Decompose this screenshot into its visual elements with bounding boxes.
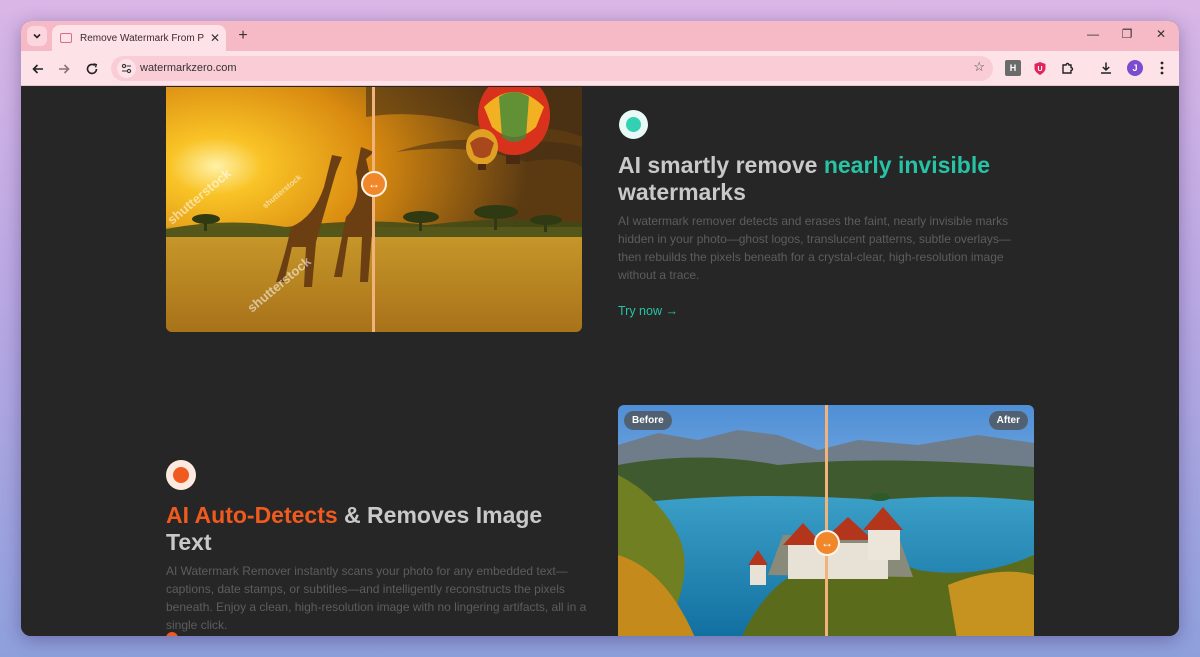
chevron-down-icon bbox=[33, 33, 41, 39]
h-extension-icon[interactable]: H bbox=[1005, 60, 1021, 76]
close-window-button[interactable]: ✕ bbox=[1152, 27, 1170, 41]
browser-window: Remove Watermark From Photo ✕ + — ❐ ✕ wa… bbox=[21, 21, 1179, 636]
web-page: shutterstock shutterstock shutterstock ↔… bbox=[21, 87, 1179, 636]
menu-icon bbox=[1160, 61, 1164, 75]
browser-toolbar: watermarkzero.com ☆ H U J bbox=[21, 51, 1179, 86]
heading-text: AI smartly remove bbox=[618, 152, 824, 178]
minimize-button[interactable]: — bbox=[1084, 27, 1102, 41]
address-bar[interactable]: watermarkzero.com ☆ bbox=[111, 56, 993, 81]
close-tab-icon[interactable]: ✕ bbox=[210, 31, 220, 45]
castle-lake-comparison-image[interactable]: Before After ↔ bbox=[618, 405, 1034, 636]
section1-heading: AI smartly remove nearly invisible water… bbox=[618, 152, 1038, 206]
section-marker-teal bbox=[619, 110, 648, 139]
site-favicon-icon bbox=[60, 33, 72, 43]
try-now-link[interactable]: Try now → bbox=[618, 304, 678, 318]
section2-heading: AI Auto-Detects & Removes Image Text bbox=[166, 502, 586, 556]
restore-button[interactable]: ❐ bbox=[1118, 27, 1136, 41]
tab-title: Remove Watermark From Photo bbox=[80, 32, 204, 44]
heading-text: & Removes Image bbox=[337, 502, 543, 528]
giraffe-comparison-image[interactable]: shutterstock shutterstock shutterstock ↔ bbox=[166, 87, 582, 332]
back-button[interactable] bbox=[28, 59, 48, 79]
shield-extension-icon[interactable]: U bbox=[1032, 60, 1048, 76]
comparison-divider[interactable] bbox=[372, 87, 375, 332]
comparison-divider[interactable] bbox=[825, 405, 828, 636]
forward-button[interactable] bbox=[54, 59, 74, 79]
svg-text:U: U bbox=[1037, 66, 1042, 73]
extensions-icon bbox=[1062, 62, 1074, 74]
heading-text: watermarks bbox=[618, 179, 746, 205]
drag-handle-icon[interactable]: ↔ bbox=[361, 171, 387, 197]
bookmark-star-icon[interactable]: ☆ bbox=[973, 59, 985, 75]
tab-search-button[interactable] bbox=[27, 26, 47, 46]
reload-button[interactable] bbox=[82, 59, 102, 79]
new-tab-button[interactable]: + bbox=[233, 26, 253, 46]
url-text: watermarkzero.com bbox=[140, 62, 237, 74]
section2-description: AI Watermark Remover instantly scans you… bbox=[166, 564, 587, 632]
forward-arrow-icon bbox=[59, 64, 70, 74]
tab-strip: Remove Watermark From Photo ✕ + — ❐ ✕ bbox=[21, 21, 1179, 51]
teal-dot-icon bbox=[626, 117, 641, 132]
menu-button[interactable] bbox=[1154, 60, 1170, 76]
back-arrow-icon bbox=[32, 64, 43, 74]
profile-avatar[interactable]: J bbox=[1127, 60, 1143, 76]
reload-icon bbox=[86, 63, 98, 75]
heading-text: Text bbox=[166, 529, 212, 555]
after-badge: After bbox=[988, 411, 1028, 430]
downloads-button[interactable] bbox=[1098, 60, 1114, 76]
drag-handle-icon[interactable]: ↔ bbox=[814, 530, 840, 556]
before-badge: Before bbox=[624, 411, 672, 430]
site-settings-icon bbox=[121, 63, 132, 74]
orange-dot-icon bbox=[173, 467, 189, 483]
tab-active[interactable]: Remove Watermark From Photo ✕ bbox=[52, 25, 226, 51]
section-marker-orange bbox=[166, 460, 196, 490]
section1-description: AI watermark remover detects and erases … bbox=[618, 214, 1011, 282]
site-settings-button[interactable] bbox=[117, 59, 136, 78]
heading-highlight: nearly invisible bbox=[823, 152, 991, 178]
download-icon bbox=[1101, 62, 1111, 74]
extensions-button[interactable] bbox=[1060, 60, 1076, 76]
heading-highlight: AI Auto-Detects bbox=[166, 502, 338, 528]
